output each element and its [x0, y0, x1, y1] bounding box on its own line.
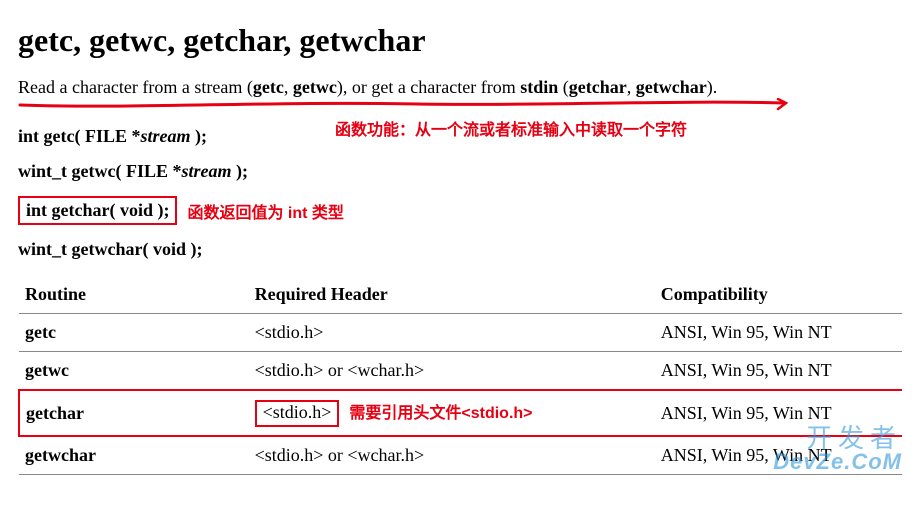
cell-compat: ANSI, Win 95, Win NT: [655, 436, 902, 475]
table-row: getchar<stdio.h> 需要引用头文件<stdio.h> ANSI, Wi…: [19, 390, 902, 436]
th-header: Required Header: [249, 276, 655, 314]
header-boxed: <stdio.h>: [255, 400, 340, 427]
page-title: getc, getwc, getchar, getwchar: [18, 22, 902, 59]
summary-func-getwc: getwc: [293, 77, 337, 97]
cell-compat: ANSI, Win 95, Win NT: [655, 314, 902, 352]
cell-compat: ANSI, Win 95, Win NT: [655, 352, 902, 391]
th-routine: Routine: [19, 276, 249, 314]
table-row: getc<stdio.h>ANSI, Win 95, Win NT: [19, 314, 902, 352]
cell-routine: getwc: [19, 352, 249, 391]
cell-routine: getc: [19, 314, 249, 352]
decl-getchar-boxed: int getchar( void );: [18, 196, 177, 225]
decl-getwchar: wint_t getwchar( void );: [18, 239, 902, 260]
table-row: getwc<stdio.h> or <wchar.h>ANSI, Win 95,…: [19, 352, 902, 391]
summary-stdin: stdin: [520, 77, 558, 97]
summary-func-getchar: getchar: [569, 77, 627, 97]
annotation-function-purpose: 函数功能：从一个流或者标准输入中读取一个字符: [335, 116, 687, 140]
cell-header: <stdio.h> or <wchar.h>: [249, 436, 655, 475]
decl-getchar-row: int getchar( void ); 函数返回值为 int 类型: [18, 196, 902, 225]
th-compat: Compatibility: [655, 276, 902, 314]
cell-routine: getchar: [19, 390, 249, 436]
cell-header: <stdio.h> or <wchar.h>: [249, 352, 655, 391]
summary-line: Read a character from a stream (getc, ge…: [18, 77, 902, 98]
annotation-return-type: 函数返回值为 int 类型: [187, 199, 343, 223]
summary-func-getc: getc: [253, 77, 284, 97]
compat-table: Routine Required Header Compatibility ge…: [18, 276, 902, 475]
table-row: getwchar<stdio.h> or <wchar.h>ANSI, Win …: [19, 436, 902, 475]
cell-compat: ANSI, Win 95, Win NT: [655, 390, 902, 436]
summary-prefix: Read a character from a stream (: [18, 77, 253, 97]
cell-routine: getwchar: [19, 436, 249, 475]
cell-header: <stdio.h>: [249, 314, 655, 352]
cell-header: <stdio.h> 需要引用头文件<stdio.h>: [249, 390, 655, 436]
table-header-row: Routine Required Header Compatibility: [19, 276, 902, 314]
decl-getwc: wint_t getwc( FILE *stream );: [18, 161, 902, 182]
red-underline: [18, 98, 788, 112]
declarations: int getc( FILE *stream ); wint_t getwc( …: [18, 126, 902, 260]
annotation-header-note: 需要引用头文件<stdio.h>: [349, 405, 532, 422]
summary-func-getwchar: getwchar: [636, 77, 707, 97]
